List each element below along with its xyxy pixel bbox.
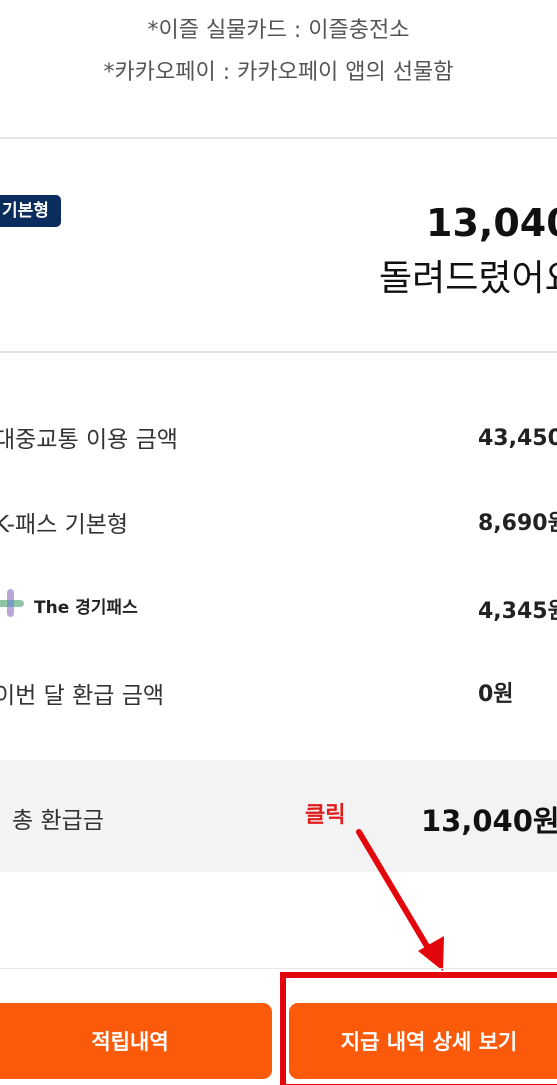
row-value: 4,345원	[478, 599, 557, 624]
total-refund-value: 13,040원	[421, 804, 557, 838]
history-button[interactable]: 적립내역	[0, 1003, 272, 1079]
total-refund-label: 총 환급금	[12, 808, 104, 834]
row-label: 대중교통 이용 금액	[0, 427, 178, 453]
annotation-highlight-box	[280, 972, 557, 1085]
gyeonggi-pass-logo-icon	[0, 589, 24, 617]
usage-notes: *이즐 실물카드 : 이즐충전소 *카카오페이 : 카카오페이 앱의 선물함	[0, 0, 557, 138]
breakdown-row-gyeonggi-pass: The 경기패스 4,345원	[0, 587, 557, 627]
plan-badge: 기본형	[0, 195, 61, 227]
breakdown-row-transit-usage: 대중교통 이용 금액 43,450원	[0, 414, 557, 454]
annotation-arrow-icon	[356, 829, 444, 971]
row-label: 이번 달 환급 금액	[0, 683, 165, 709]
refund-amount: 13,040원	[426, 201, 557, 245]
row-value: 0원	[478, 682, 514, 707]
breakdown-row-monthly-refund: 이번 달 환급 금액 0원	[0, 670, 557, 710]
gyeonggi-pass-label: The 경기패스	[34, 598, 138, 618]
divider	[0, 137, 557, 139]
row-label: K-패스 기본형	[0, 512, 129, 538]
annotation-click-label: 클릭	[305, 803, 346, 828]
divider	[0, 351, 557, 353]
bottom-bar-divider	[0, 968, 557, 969]
row-value: 43,450원	[478, 426, 557, 451]
row-value: 8,690원	[478, 511, 557, 536]
usage-note-kakaopay: *카카오페이 : 카카오페이 앱의 선물함	[103, 60, 454, 85]
total-refund-box: 총 환급금 13,040원	[0, 760, 557, 872]
refund-message: 돌려드렸어요	[379, 258, 557, 299]
refund-summary-page: *이즐 실물카드 : 이즐충전소 *카카오페이 : 카카오페이 앱의 선물함 기…	[0, 0, 557, 1085]
usage-note-card: *이즐 실물카드 : 이즐충전소	[147, 18, 410, 43]
breakdown-row-kpass-basic: K-패스 기본형 8,690원	[0, 499, 557, 539]
